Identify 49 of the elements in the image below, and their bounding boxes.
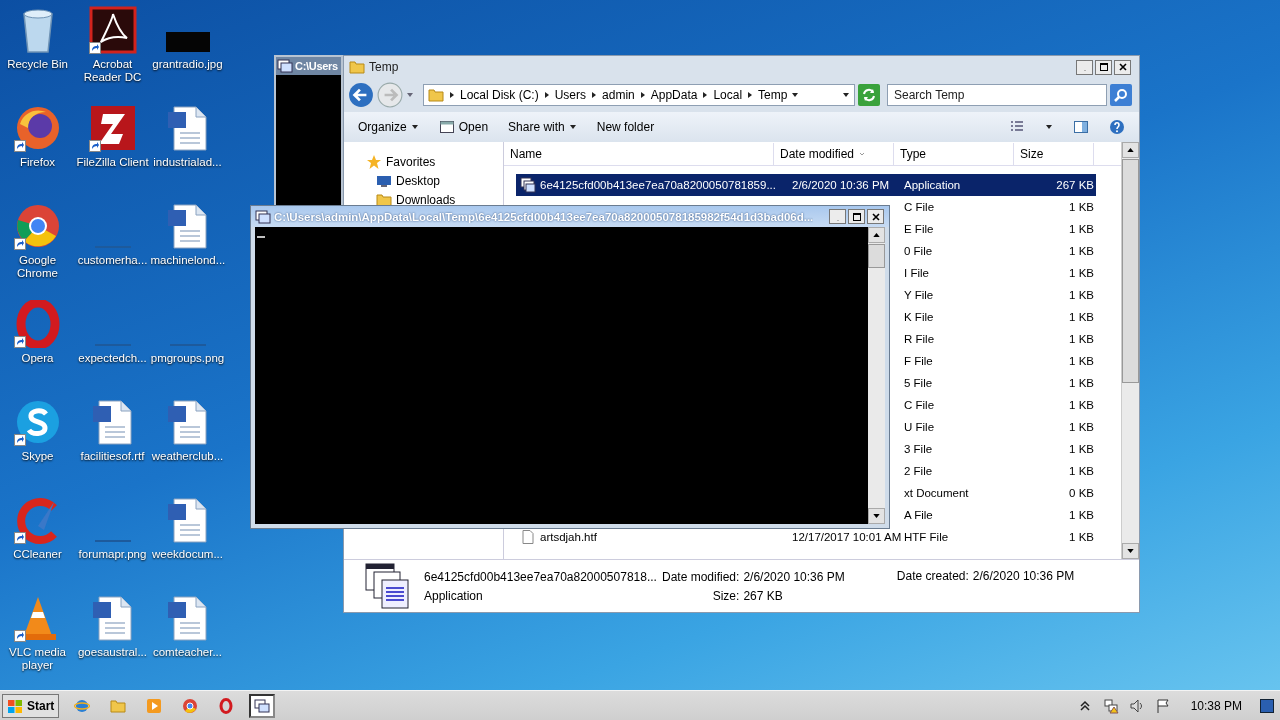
file-type: C File (904, 201, 935, 213)
file-type: Y File (904, 289, 934, 301)
file-type: K File (904, 311, 934, 323)
field-value: 2/6/2020 10:36 PM (972, 569, 1075, 583)
file-size: 1 KB (1069, 223, 1094, 235)
file-size: 1 KB (1069, 245, 1094, 257)
file-size: 1 KB (1069, 421, 1094, 433)
window-title: Temp (369, 60, 399, 74)
file-type: R File (904, 333, 935, 345)
file-type: E File (904, 223, 934, 235)
file-type: I File (904, 267, 929, 279)
file-size: 1 KB (1069, 531, 1094, 543)
field-label: Date modified: (662, 569, 740, 584)
file-name: artsdjah.htf (540, 531, 597, 543)
file-type: F File (904, 355, 933, 367)
window-title: C:\Users\admin\AppData\Local\Temp\6e4125cfd00b413ee7ea70a820005078185982f54d1d3bad06d... (274, 210, 814, 223)
file-date: 2/6/2020 10:36 PM (792, 179, 890, 191)
file-type: Application (424, 588, 484, 603)
field-value: 2/6/2020 10:36 PM (743, 569, 845, 584)
file-size: 1 KB (1069, 201, 1094, 213)
file-size: 1 KB (1069, 267, 1094, 279)
file-type: HTF File (904, 531, 949, 543)
file-type: 0 File (904, 245, 933, 257)
file-type: xt Document (904, 487, 969, 499)
file-size: 1 KB (1069, 333, 1094, 345)
file-size: 1 KB (1069, 377, 1094, 389)
file-type: C File (904, 399, 935, 411)
field-value: 267 KB (743, 588, 784, 603)
field-label: Size: (711, 588, 740, 603)
file-size: 1 KB (1069, 311, 1094, 323)
file-date: 12/17/2017 10:01 AM (792, 531, 902, 543)
file-size: 0 KB (1069, 487, 1094, 499)
file-size: 1 KB (1069, 355, 1094, 367)
file-type: 5 File (904, 377, 933, 389)
file-size: 1 KB (1069, 443, 1094, 455)
file-type: A File (904, 509, 933, 521)
file-size: 1 KB (1069, 399, 1094, 411)
file-size: 1 KB (1069, 465, 1094, 477)
file-size: 1 KB (1069, 509, 1094, 521)
file-type: 3 File (904, 443, 933, 455)
file-name: 6e4125cfd00b413ee7ea70a82000507818... (424, 569, 658, 584)
window-title: C:\Users (295, 60, 338, 72)
file-type: Application (904, 179, 961, 191)
file-size: 267 KB (1056, 179, 1094, 191)
file-name: 6e4125cfd00b413ee7ea70a8200050781859... (540, 179, 776, 191)
field-label: Date created: (896, 569, 969, 583)
file-size: 1 KB (1069, 289, 1094, 301)
file-type: 2 File (904, 465, 933, 477)
file-type: U File (904, 421, 935, 433)
